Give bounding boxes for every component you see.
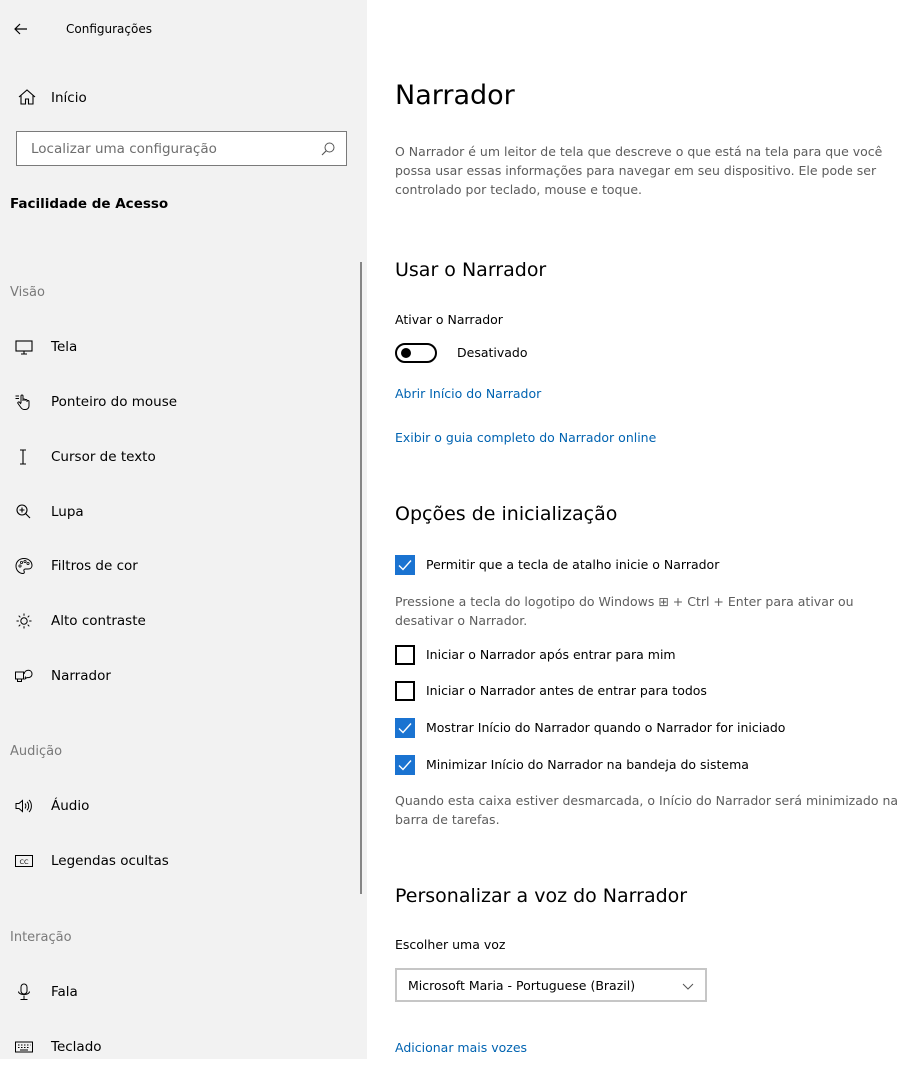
- shortcut-key-label: Permitir que a tecla de atalho inicie o …: [426, 557, 720, 572]
- voice-heading: Personalizar a voz do Narrador: [395, 885, 688, 907]
- minimize-help: Quando esta caixa estiver desmarcada, o …: [395, 793, 899, 827]
- microphone-icon: [18, 983, 30, 1000]
- narrator-toggle-state: Desativado: [457, 345, 528, 360]
- sidebar-item-label: Tela: [51, 339, 78, 355]
- sidebar-item-closed-captions[interactable]: CC Legendas ocultas: [0, 841, 360, 881]
- home-icon: [18, 89, 36, 105]
- sidebar-item-label: Teclado: [51, 1039, 102, 1055]
- monitor-icon: [15, 340, 33, 355]
- minimize-narrator-home-checkbox-row[interactable]: Minimizar Início do Narrador na bandeja …: [395, 755, 900, 777]
- startup-options-heading: Opções de inicialização: [395, 503, 618, 525]
- sidebar-item-narrator[interactable]: Narrador: [0, 656, 360, 696]
- show-narrator-home-checkbox-row[interactable]: Mostrar Início do Narrador quando o Narr…: [395, 718, 900, 740]
- sidebar-item-speech[interactable]: Fala: [0, 972, 360, 1012]
- shortcut-key-checkbox-row[interactable]: Permitir que a tecla de atalho inicie o …: [395, 555, 900, 577]
- choose-voice-label: Escolher uma voz: [395, 937, 506, 952]
- sidebar-item-audio[interactable]: Áudio: [0, 786, 360, 826]
- back-arrow-icon[interactable]: [10, 18, 32, 40]
- title-bar: Configurações: [0, 0, 367, 62]
- sun-icon: [16, 613, 32, 629]
- palette-icon: [15, 557, 33, 575]
- checkmark-icon: [398, 560, 412, 571]
- svg-text:CC: CC: [19, 858, 29, 866]
- start-after-signin-checkbox-row[interactable]: Iniciar o Narrador após entrar para mim: [395, 645, 900, 667]
- page-description: O Narrador é um leitor de tela que descr…: [395, 144, 883, 197]
- sidebar-item-color-filters[interactable]: Filtros de cor: [0, 546, 360, 586]
- sidebar-item-label: Legendas ocultas: [51, 853, 169, 869]
- minimize-narrator-home-label: Minimizar Início do Narrador na bandeja …: [426, 757, 749, 772]
- group-label-interaction: Interação: [10, 930, 72, 945]
- narrator-toggle[interactable]: [395, 343, 437, 363]
- sidebar-item-label: Fala: [51, 984, 78, 1000]
- toggle-knob: [401, 348, 411, 358]
- app-title: Configurações: [66, 22, 152, 36]
- narrator-toggle-label: Ativar o Narrador: [395, 312, 503, 327]
- sidebar-item-label: Lupa: [51, 504, 84, 520]
- keyboard-icon: [15, 1041, 33, 1053]
- sidebar-item-magnifier[interactable]: Lupa: [0, 492, 360, 532]
- sidebar-item-label: Áudio: [51, 798, 90, 814]
- sidebar-scrollbar[interactable]: [360, 262, 362, 894]
- show-narrator-home-checkbox[interactable]: [395, 718, 415, 738]
- magnifier-icon: [16, 504, 31, 519]
- search-input[interactable]: [27, 132, 315, 165]
- sidebar-item-display[interactable]: Tela: [0, 327, 360, 367]
- narrator-guide-link[interactable]: Exibir o guia completo do Narrador onlin…: [395, 430, 656, 445]
- start-before-signin-checkbox-row[interactable]: Iniciar o Narrador antes de entrar para …: [395, 681, 900, 703]
- start-before-signin-checkbox[interactable]: [395, 681, 415, 701]
- use-narrator-heading: Usar o Narrador: [395, 259, 547, 281]
- show-narrator-home-label: Mostrar Início do Narrador quando o Narr…: [426, 720, 786, 735]
- search-icon[interactable]: [320, 141, 336, 157]
- start-after-signin-label: Iniciar o Narrador após entrar para mim: [426, 647, 676, 662]
- sidebar-item-text-cursor[interactable]: Cursor de texto: [0, 437, 360, 477]
- narrator-icon: [15, 669, 33, 682]
- sidebar-item-label: Alto contraste: [51, 613, 146, 629]
- hand-pointer-icon: [15, 394, 30, 410]
- sidebar-item-label: Cursor de texto: [51, 449, 156, 465]
- checkmark-icon: [398, 723, 412, 734]
- sidebar: Configurações Início Facilidade de Acess…: [0, 0, 367, 1059]
- chevron-down-icon: [682, 983, 694, 990]
- add-voices-link[interactable]: Adicionar mais vozes: [395, 1040, 527, 1055]
- sidebar-item-label: Ponteiro do mouse: [51, 394, 178, 410]
- shortcut-key-checkbox[interactable]: [395, 555, 415, 575]
- group-label-vision: Visão: [10, 285, 45, 300]
- sidebar-item-label: Filtros de cor: [51, 558, 138, 574]
- sidebar-item-mouse-pointer[interactable]: Ponteiro do mouse: [0, 382, 360, 422]
- group-label-hearing: Audição: [10, 744, 63, 759]
- section-title: Facilidade de Acesso: [10, 196, 169, 212]
- checkmark-icon: [398, 760, 412, 771]
- search-box[interactable]: [16, 131, 347, 166]
- voice-select-value: Microsoft Maria - Portuguese (Brazil): [408, 978, 636, 993]
- voice-select[interactable]: Microsoft Maria - Portuguese (Brazil): [395, 968, 707, 1002]
- shortcut-key-help: Pressione a tecla do logotipo do Windows…: [395, 594, 854, 628]
- sidebar-item-high-contrast[interactable]: Alto contraste: [0, 601, 360, 641]
- sidebar-item-label: Narrador: [51, 668, 111, 684]
- speaker-icon: [15, 799, 32, 813]
- open-narrator-home-link[interactable]: Abrir Início do Narrador: [395, 386, 541, 401]
- start-before-signin-label: Iniciar o Narrador antes de entrar para …: [426, 683, 707, 698]
- page-title: Narrador: [395, 80, 515, 111]
- text-cursor-icon: [20, 449, 26, 465]
- sidebar-item-label: Início: [51, 90, 87, 106]
- sidebar-item-keyboard[interactable]: Teclado: [0, 1027, 360, 1067]
- start-after-signin-checkbox[interactable]: [395, 645, 415, 665]
- closed-captions-icon: CC: [15, 855, 33, 867]
- minimize-narrator-home-checkbox[interactable]: [395, 755, 415, 775]
- sidebar-item-home[interactable]: Início: [0, 80, 360, 120]
